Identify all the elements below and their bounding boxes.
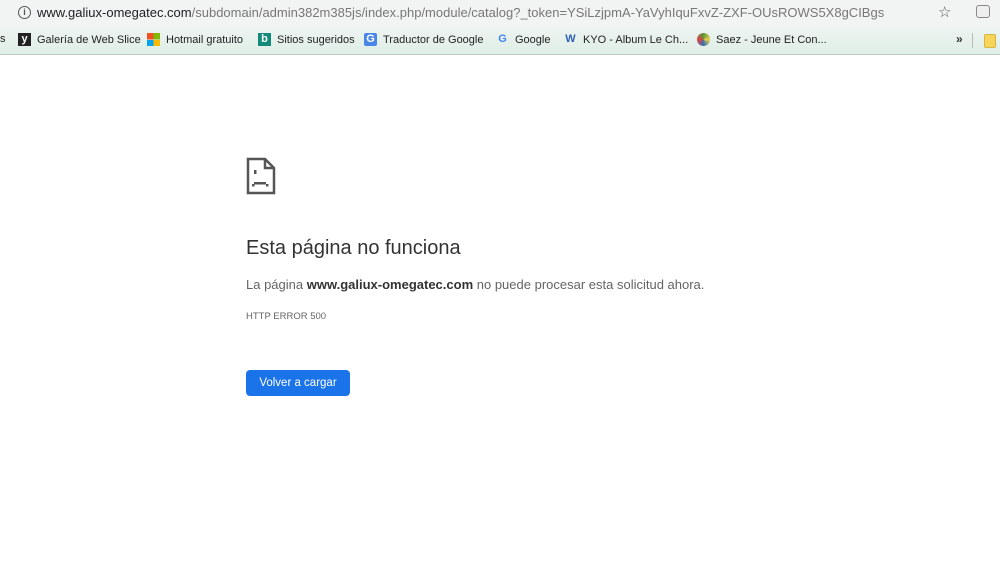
bookmark-label: Sitios sugeridos [277, 33, 355, 46]
bookmarks-bar: s y Galería de Web Slice Hotmail gratuito… [0, 27, 1000, 55]
bookmark-web-slice[interactable]: y Galería de Web Slice [18, 33, 141, 46]
divider [972, 33, 973, 48]
bookmark-label: Traductor de Google [383, 33, 484, 46]
bookmark-label: Saez - Jeune Et Con... [716, 33, 827, 46]
star-icon[interactable]: ☆ [938, 3, 951, 21]
w-icon: W [565, 33, 576, 45]
more-bookmarks-button[interactable]: » [956, 32, 963, 46]
error-description: La página www.galiux-omegatec.com no pue… [246, 277, 704, 292]
reload-button[interactable]: Volver a cargar [246, 370, 350, 396]
url-path: /subdomain/admin382m385js/index.php/modu… [191, 5, 885, 20]
error-code: HTTP ERROR 500 [246, 311, 327, 322]
bookmark-label: Galería de Web Slice [37, 33, 141, 46]
bookmark-google[interactable]: G Google [496, 33, 550, 46]
bookmark-sitios[interactable]: b Sitios sugeridos [258, 33, 355, 46]
sad-page-icon [246, 157, 276, 195]
folder-icon[interactable] [984, 34, 996, 48]
google-icon: G [498, 33, 507, 45]
url-text[interactable]: www.galiux-omegatec.com/subdomain/admin3… [37, 5, 884, 20]
address-bar[interactable]: i www.galiux-omegatec.com/subdomain/admi… [0, 0, 1000, 27]
bookmark-hotmail[interactable]: Hotmail gratuito [147, 33, 243, 46]
desc-suffix: no puede procesar esta solicitud ahora. [473, 277, 705, 292]
globe-icon [697, 33, 710, 46]
bookmark-partial[interactable]: s [0, 33, 6, 45]
bing-icon: b [258, 33, 271, 46]
info-icon[interactable]: i [18, 6, 31, 19]
bookmark-label: s [0, 33, 6, 45]
bookmark-kyo[interactable]: W KYO - Album Le Ch... [564, 33, 688, 46]
windows-icon [147, 33, 160, 46]
url-host: www.galiux-omegatec.com [37, 5, 192, 20]
bookmark-label: Google [515, 33, 551, 46]
desc-host: www.galiux-omegatec.com [306, 277, 474, 292]
bookmark-traductor[interactable]: G Traductor de Google [364, 33, 483, 46]
bookmark-label: KYO - Album Le Ch... [583, 33, 689, 46]
translate-icon: G [364, 33, 377, 46]
web-slice-icon: y [18, 33, 31, 46]
bookmark-label: Hotmail gratuito [166, 33, 244, 46]
error-title: Esta página no funciona [246, 237, 461, 259]
desc-prefix: La página [246, 277, 307, 292]
extension-icon[interactable] [976, 5, 990, 18]
bookmark-saez[interactable]: Saez - Jeune Et Con... [697, 33, 827, 46]
